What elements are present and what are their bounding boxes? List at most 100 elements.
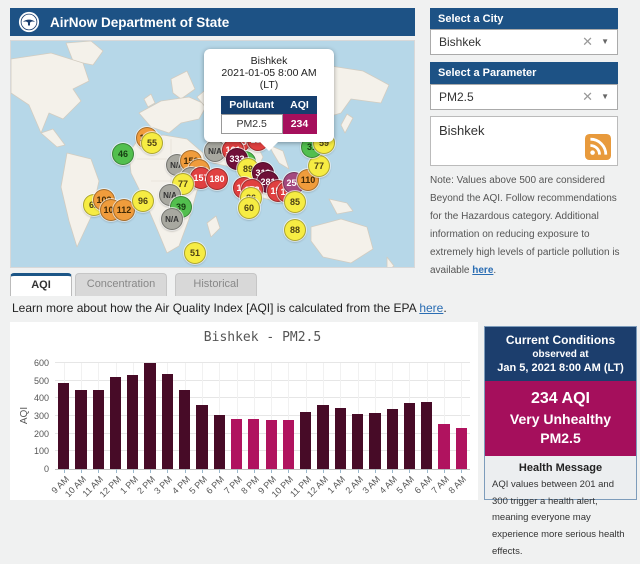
x-tick-mark: [323, 469, 324, 473]
aqi-marker[interactable]: 85: [284, 191, 306, 213]
city-select-value: Bishkek: [439, 30, 582, 54]
tab-historical[interactable]: Historical: [175, 273, 257, 296]
note-period: .: [493, 265, 496, 276]
aqi-marker[interactable]: 60: [238, 197, 260, 219]
chart-bar: [317, 405, 328, 469]
learn-more-text: Learn more about how the Air Quality Ind…: [12, 301, 447, 315]
popup-pollutant-value: PM2.5: [221, 115, 282, 134]
state-department-seal-icon: [18, 11, 40, 33]
chart-bar: [196, 405, 207, 469]
health-message-section: Health Message AQI values between 201 an…: [485, 456, 636, 564]
y-tick-label: 400: [13, 393, 49, 403]
x-tick-mark: [237, 469, 238, 473]
x-tick-mark: [461, 469, 462, 473]
chart-gridline: [55, 362, 470, 363]
aqi-pollutant: PM2.5: [489, 430, 632, 446]
x-tick-mark: [392, 469, 393, 473]
city-dropdown-caret-icon[interactable]: ▼: [601, 30, 609, 54]
popup-date: 2021-01-05 8:00 AM: [208, 67, 330, 79]
select-parameter-header: Select a Parameter: [430, 62, 618, 84]
x-tick-mark: [150, 469, 151, 473]
y-tick-label: 500: [13, 376, 49, 386]
map-popup: Bishkek 2021-01-05 8:00 AM (LT) Pollutan…: [204, 49, 334, 142]
aqi-marker[interactable]: 88: [284, 219, 306, 241]
x-tick-mark: [254, 469, 255, 473]
health-message-text: AQI values between 201 and 300 trigger a…: [492, 477, 629, 560]
chart-bar: [266, 420, 277, 469]
parameter-select[interactable]: PM2.5 ✕ ▼: [430, 84, 618, 110]
chart-bar: [421, 402, 432, 469]
x-tick-mark: [202, 469, 203, 473]
y-tick-label: 600: [13, 358, 49, 368]
popup-table: Pollutant AQI PM2.5 234: [221, 96, 318, 134]
app-header: AirNow Department of State: [10, 8, 415, 36]
popup-timezone: (LT): [208, 79, 330, 91]
aqi-category: Very Unhealthy: [489, 411, 632, 427]
aqi-value: 234 AQI: [489, 390, 632, 408]
aqi-marker[interactable]: 180: [206, 168, 228, 190]
chart-bar: [127, 375, 138, 469]
x-tick-mark: [98, 469, 99, 473]
x-tick-mark: [185, 469, 186, 473]
popup-city: Bishkek: [208, 55, 330, 67]
x-tick-mark: [444, 469, 445, 473]
parameter-dropdown-caret-icon[interactable]: ▼: [601, 85, 609, 109]
chart-bar: [438, 424, 449, 469]
chart-plot: 01002003004005006009 AM10 AM11 AM12 PM1 …: [55, 363, 470, 470]
aqi-marker[interactable]: 51: [184, 242, 206, 264]
chart-bar: [387, 409, 398, 469]
aqi-marker[interactable]: N/A: [161, 208, 183, 230]
parameter-clear-icon[interactable]: ✕: [582, 85, 593, 109]
aqi-chart-card: Bishkek - PM2.5 AQI 01002003004005006009…: [10, 322, 478, 500]
health-message-title: Health Message: [492, 462, 629, 474]
conditions-title: Current Conditions: [489, 333, 632, 347]
aqi-marker[interactable]: 77: [308, 155, 330, 177]
popup-aqi-value: 234: [282, 115, 317, 134]
y-tick-label: 200: [13, 429, 49, 439]
x-tick-mark: [116, 469, 117, 473]
chart-bar: [144, 363, 155, 469]
x-tick-mark: [219, 469, 220, 473]
city-select[interactable]: Bishkek ✕ ▼: [430, 29, 618, 55]
chart-bar: [248, 419, 259, 469]
feed-city-title: Bishkek: [439, 123, 485, 138]
world-aqi-map[interactable]: 46140556210210811296N/A150103N/A15777N/A…: [10, 40, 415, 268]
y-tick-label: 100: [13, 446, 49, 456]
learn-more-prefix: Learn more about how the Air Quality Ind…: [12, 301, 419, 315]
aqi-summary-section: 234 AQI Very Unhealthy PM2.5: [485, 381, 636, 456]
beyond-aqi-note: Note: Values above 500 are considered Be…: [430, 172, 630, 280]
city-feed-box: Bishkek: [430, 116, 618, 166]
conditions-datetime: Jan 5, 2021 8:00 AM (LT): [489, 362, 632, 374]
chart-bar: [110, 377, 121, 469]
chart-bar: [179, 390, 190, 470]
chart-bar: [404, 403, 415, 469]
y-tick-label: 0: [13, 464, 49, 474]
tab-aqi[interactable]: AQI: [10, 273, 72, 296]
city-clear-icon[interactable]: ✕: [582, 30, 593, 54]
aqi-marker[interactable]: 96: [132, 190, 154, 212]
tab-concentration[interactable]: Concentration: [75, 273, 167, 296]
x-tick-mark: [358, 469, 359, 473]
chart-bar: [231, 419, 242, 469]
page-title: AirNow Department of State: [50, 15, 229, 30]
rss-feed-icon[interactable]: [585, 134, 611, 160]
aqi-marker[interactable]: 55: [141, 132, 163, 154]
x-tick-mark: [288, 469, 289, 473]
x-tick-mark: [81, 469, 82, 473]
chart-bar: [456, 428, 467, 469]
aqi-marker[interactable]: 46: [112, 143, 134, 165]
chart-bar: [93, 390, 104, 470]
x-tick-mark: [133, 469, 134, 473]
x-tick-mark: [427, 469, 428, 473]
x-tick-mark: [167, 469, 168, 473]
x-tick-mark: [340, 469, 341, 473]
chart-bar: [352, 414, 363, 469]
chart-bar: [58, 383, 69, 469]
note-here-link[interactable]: here: [472, 265, 493, 276]
select-city-header: Select a City: [430, 8, 618, 30]
learn-more-period: .: [443, 301, 446, 315]
popup-col-pollutant: Pollutant: [221, 96, 282, 115]
epa-learn-more-link[interactable]: here: [419, 301, 443, 315]
x-tick-mark: [375, 469, 376, 473]
x-tick-mark: [271, 469, 272, 473]
